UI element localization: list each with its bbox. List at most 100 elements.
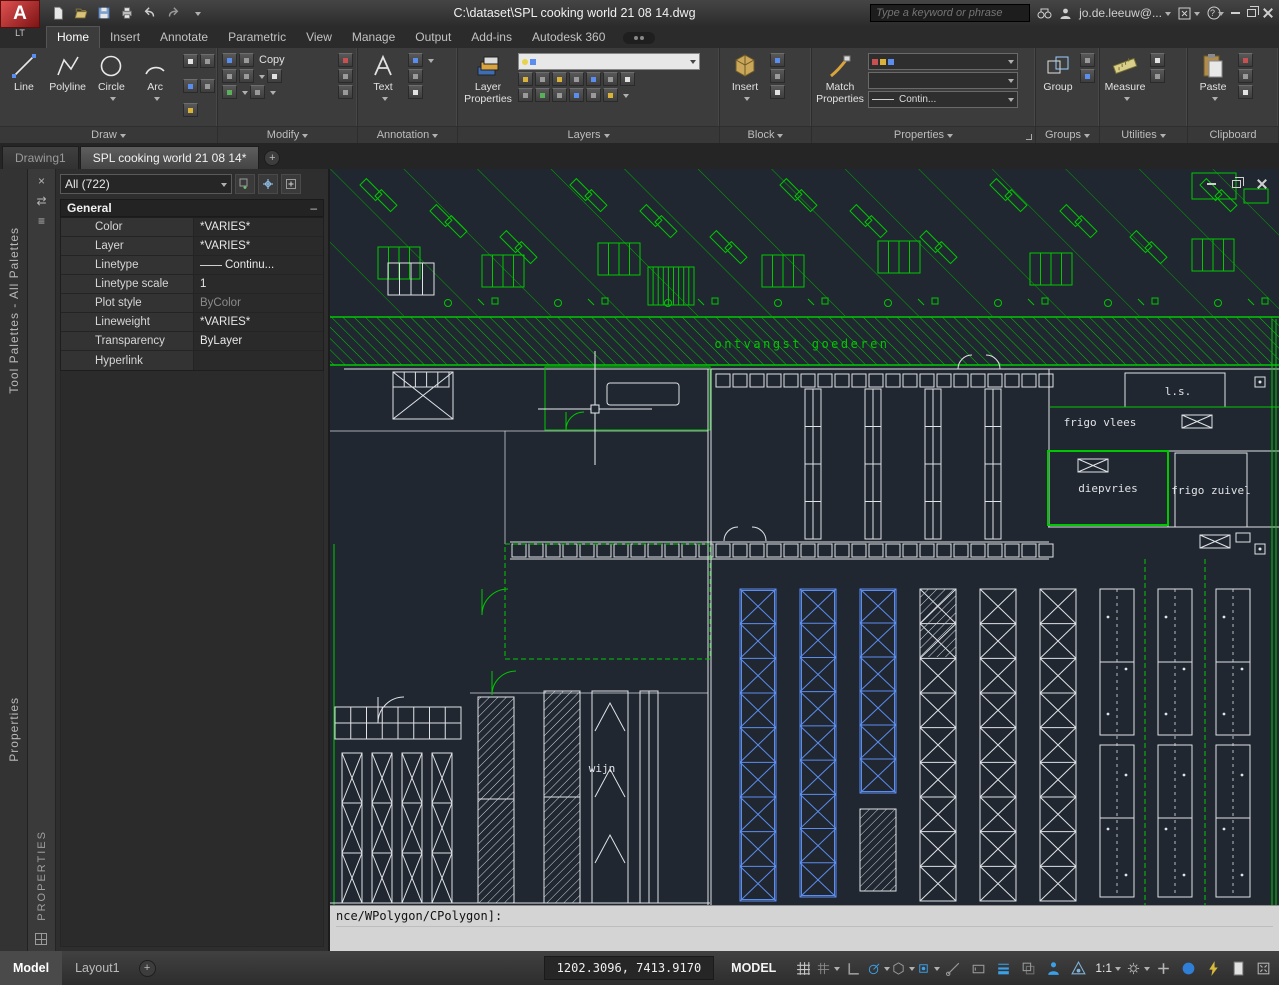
palette-autohide-icon[interactable]: ⇄ <box>34 193 50 209</box>
circle-tool[interactable]: Circle <box>90 50 134 126</box>
pickadd-toggle-button[interactable] <box>281 174 301 194</box>
save-icon[interactable] <box>94 4 114 23</box>
qat-menu-icon[interactable] <box>186 4 206 23</box>
dock-tool-palettes-label[interactable]: Tool Palettes - All Palettes <box>7 227 21 394</box>
property-row-plot-style[interactable]: Plot styleByColor <box>61 294 323 313</box>
property-row-layer[interactable]: Layer*VARIES* <box>61 237 323 256</box>
explode-icon[interactable] <box>338 69 353 83</box>
section-general[interactable]: General– <box>60 199 324 217</box>
arc-tool[interactable]: Arc <box>133 50 177 126</box>
layer-isolate-icon[interactable] <box>535 72 550 86</box>
tab-view[interactable]: View <box>296 27 342 48</box>
linetype-combobox[interactable]: Contin... <box>868 91 1018 108</box>
dock-properties-label[interactable]: Properties <box>7 697 21 762</box>
command-line[interactable]: nce/WPolygon/CPolygon]: <box>330 905 1279 951</box>
measure-tool[interactable]: Measure <box>1102 50 1148 126</box>
lineweight-display-icon[interactable] <box>991 956 1015 980</box>
exchange-apps-icon[interactable] <box>1178 7 1200 20</box>
add-status-plus-icon[interactable] <box>1151 956 1175 980</box>
dimension-icon[interactable] <box>408 53 423 67</box>
annotation-visibility-icon[interactable] <box>1066 956 1090 980</box>
tab-insert[interactable]: Insert <box>100 27 150 48</box>
fillet-icon[interactable] <box>222 85 237 99</box>
trim-icon[interactable] <box>239 69 254 83</box>
tab-annotate[interactable]: Annotate <box>150 27 218 48</box>
layer-unisolate-icon[interactable] <box>518 88 533 102</box>
layer-walk-icon[interactable] <box>586 88 601 102</box>
drawing-restore-icon[interactable] <box>1232 180 1241 188</box>
lineweight-combobox[interactable] <box>868 72 1018 89</box>
new-layout-button[interactable]: + <box>139 960 156 977</box>
panel-label-layers[interactable]: Layers <box>458 127 720 143</box>
property-row-linetype-scale[interactable]: Linetype scale1 <box>61 275 323 294</box>
app-menu-button[interactable]: A <box>0 0 40 28</box>
model-space-button[interactable]: MODEL <box>721 961 786 975</box>
property-value[interactable]: *VARIES* <box>193 218 323 236</box>
hatch-icon[interactable] <box>183 79 198 93</box>
quick-calc-icon[interactable] <box>1150 69 1165 83</box>
copy-clip-icon[interactable] <box>1238 69 1253 83</box>
dynamic-input-icon[interactable] <box>966 956 990 980</box>
layout1-tab[interactable]: Layout1 <box>62 951 132 985</box>
search-binoculars-icon[interactable] <box>1037 7 1052 19</box>
ortho-mode-icon[interactable] <box>841 956 865 980</box>
panel-label-groups[interactable]: Groups <box>1036 127 1100 143</box>
layer-current-icon[interactable] <box>569 88 584 102</box>
command-prompt[interactable]: nce/WPolygon/CPolygon]: <box>336 909 1273 927</box>
palette-grip-icon[interactable] <box>35 933 47 945</box>
layer-state-icon[interactable] <box>620 72 635 86</box>
tab-autodesk360[interactable]: Autodesk 360 <box>522 27 615 48</box>
leader-icon[interactable] <box>408 69 423 83</box>
move-icon[interactable] <box>222 53 237 67</box>
layer-thaw-icon[interactable] <box>535 88 550 102</box>
grid-display-icon[interactable] <box>791 956 815 980</box>
layer-lock-icon[interactable] <box>569 72 584 86</box>
hardware-acceleration-icon[interactable] <box>1201 956 1225 980</box>
property-row-linetype[interactable]: LinetypeContinu... <box>61 256 323 275</box>
copy-icon[interactable] <box>239 53 254 67</box>
property-row-lineweight[interactable]: Lineweight*VARIES* <box>61 313 323 332</box>
copy-label[interactable]: Copy <box>259 54 285 66</box>
region-icon[interactable] <box>200 79 215 93</box>
object-snap-tracking-icon[interactable] <box>941 956 965 980</box>
isodraft-icon[interactable] <box>891 956 915 980</box>
plot-icon[interactable] <box>117 4 137 23</box>
create-block-icon[interactable] <box>770 53 785 67</box>
group-tool[interactable]: Group <box>1038 50 1078 126</box>
revision-cloud-icon[interactable] <box>183 103 198 117</box>
property-value[interactable]: *VARIES* <box>193 237 323 255</box>
quick-select-button[interactable] <box>258 174 278 194</box>
erase-icon[interactable] <box>338 53 353 67</box>
selection-filter-dropdown[interactable]: All (722) <box>60 174 232 194</box>
rotate-icon[interactable] <box>222 69 237 83</box>
signin-person-icon[interactable] <box>1059 7 1072 20</box>
drawing-minimize-icon[interactable] <box>1207 183 1216 185</box>
property-row-hyperlink[interactable]: Hyperlink <box>61 351 323 370</box>
file-tab-drawing1[interactable]: Drawing1 <box>2 146 79 169</box>
minimize-button[interactable] <box>1231 12 1240 14</box>
layer-merge-icon[interactable] <box>603 88 618 102</box>
edit-block-icon[interactable] <box>770 69 785 83</box>
restore-button[interactable] <box>1247 9 1256 17</box>
layer-unlock-icon[interactable] <box>552 88 567 102</box>
block-attributes-icon[interactable] <box>770 85 785 99</box>
isolate-objects-icon[interactable] <box>1176 956 1200 980</box>
tab-output[interactable]: Output <box>405 27 461 48</box>
tab-addins[interactable]: Add-ins <box>461 27 522 48</box>
object-color-combobox[interactable] <box>868 53 1018 70</box>
property-value[interactable] <box>193 351 323 370</box>
property-value[interactable]: *VARIES* <box>193 313 323 331</box>
snap-mode-icon[interactable] <box>816 956 840 980</box>
layer-off-icon[interactable] <box>518 72 533 86</box>
panel-label-properties[interactable]: Properties <box>812 127 1036 143</box>
layer-properties-tool[interactable]: Layer Properties <box>460 50 516 126</box>
signin-user-label[interactable]: jo.de.leeuw@... <box>1079 6 1171 20</box>
cut-icon[interactable] <box>1238 53 1253 67</box>
offset-icon[interactable] <box>338 85 353 99</box>
mirror-icon[interactable] <box>267 69 282 83</box>
ribbon-options-icon[interactable] <box>623 32 655 44</box>
search-input[interactable] <box>870 4 1030 22</box>
paste-tool[interactable]: Paste <box>1190 50 1236 126</box>
layer-match-icon[interactable] <box>586 72 601 86</box>
drawing-close-icon[interactable] <box>1257 179 1267 189</box>
